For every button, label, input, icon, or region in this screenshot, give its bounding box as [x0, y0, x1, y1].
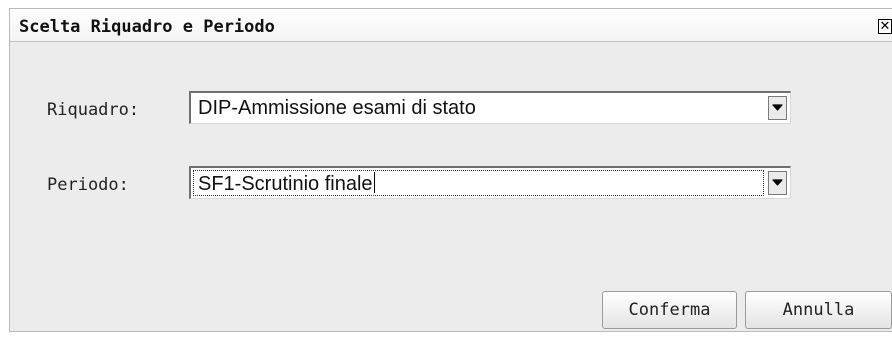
- periodo-value-wrapper: SF1-Scrutinio finale: [198, 172, 375, 196]
- close-icon: ✕: [879, 19, 891, 34]
- periodo-select[interactable]: SF1-Scrutinio finale: [189, 166, 791, 199]
- dialog: Scelta Riquadro e Periodo ✕ Riquadro: DI…: [9, 8, 892, 332]
- periodo-selected-value: SF1-Scrutinio finale: [198, 173, 373, 195]
- dialog-title: Scelta Riquadro e Periodo: [19, 17, 275, 37]
- confirm-button[interactable]: Conferma: [602, 291, 737, 329]
- chevron-down-icon: [772, 179, 783, 186]
- riquadro-dropdown-button[interactable]: [768, 96, 787, 120]
- riquadro-selected-value: DIP-Ammissione esami di stato: [198, 97, 476, 119]
- riquadro-select[interactable]: DIP-Ammissione esami di stato: [189, 91, 791, 124]
- cancel-button[interactable]: Annulla: [745, 291, 892, 329]
- close-button[interactable]: ✕: [878, 19, 892, 34]
- riquadro-label: Riquadro:: [47, 100, 140, 120]
- chevron-down-icon: [772, 104, 783, 111]
- periodo-dropdown-button[interactable]: [768, 171, 787, 195]
- text-caret: [373, 172, 375, 193]
- dialog-titlebar[interactable]: Scelta Riquadro e Periodo ✕: [10, 9, 892, 42]
- periodo-label: Periodo:: [47, 175, 129, 195]
